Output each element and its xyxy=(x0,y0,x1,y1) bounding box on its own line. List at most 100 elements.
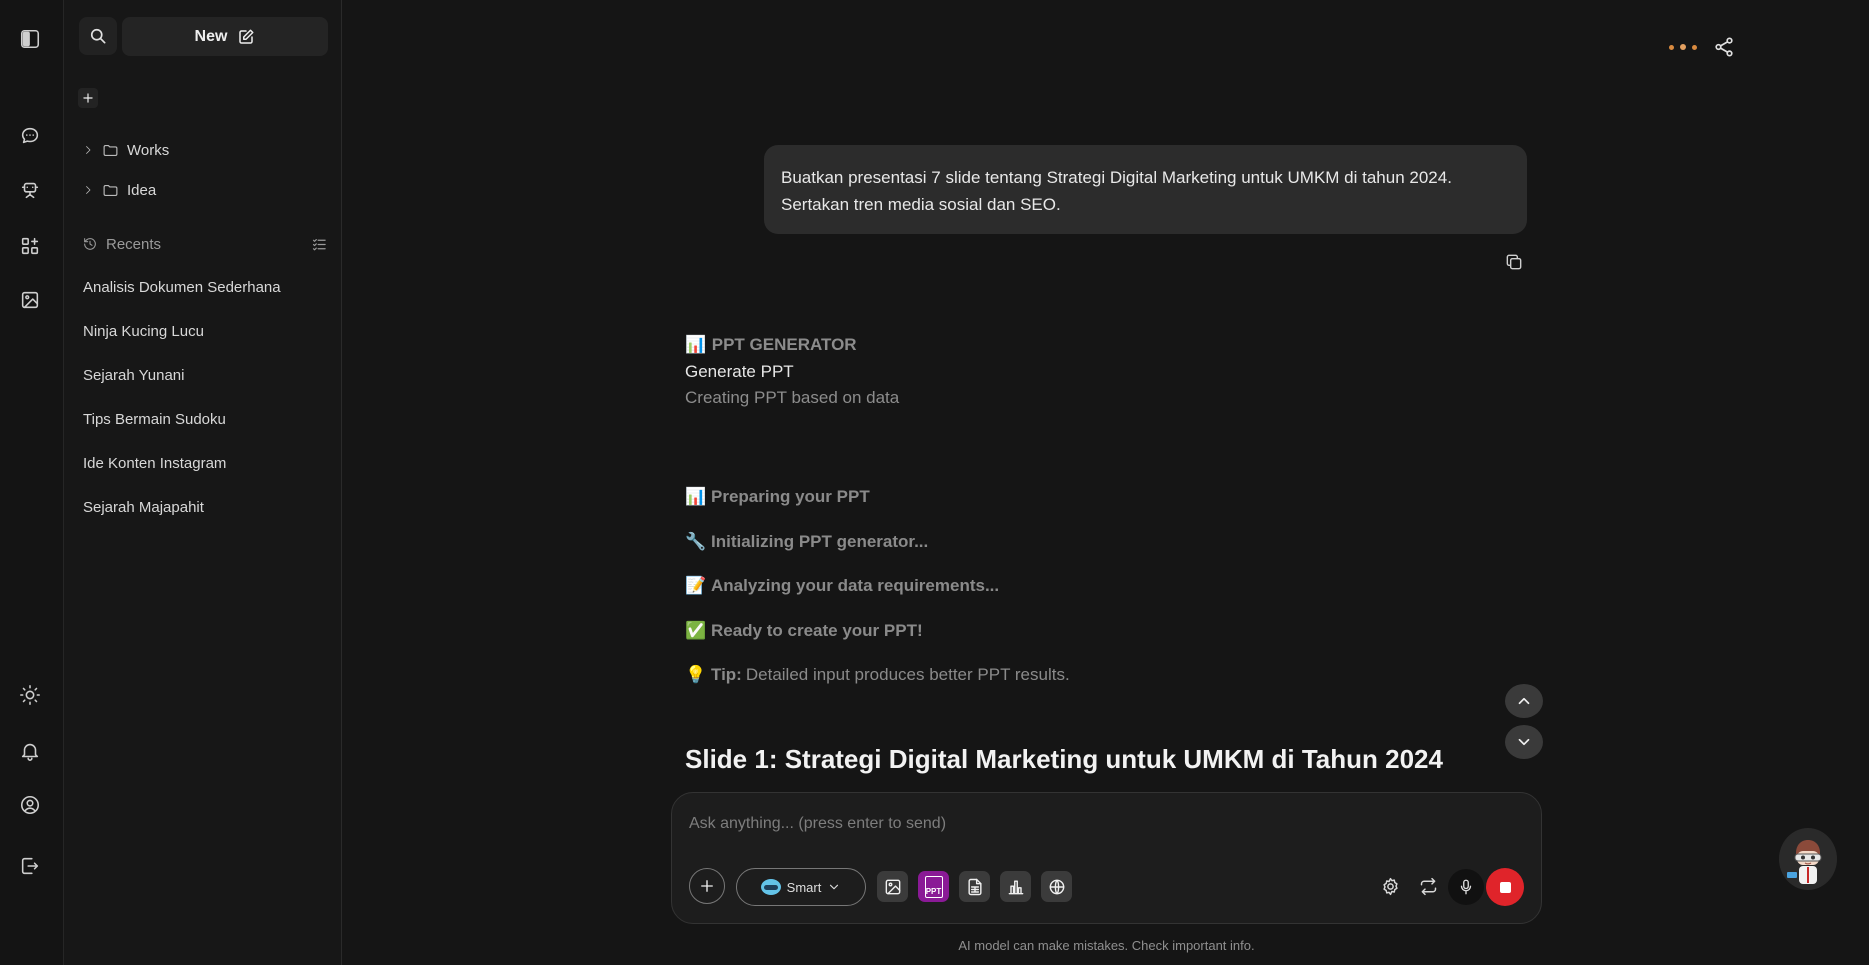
generator-description: Creating PPT based on data xyxy=(685,388,900,407)
bar-chart-emoji-icon: 📊 xyxy=(685,487,707,508)
assistant-avatar[interactable] xyxy=(1779,828,1837,890)
ppt-generator-block: 📊 PPT GENERATOR Generate PPT Creating PP… xyxy=(685,332,899,412)
image-gallery-icon[interactable] xyxy=(18,288,42,312)
message-input[interactable] xyxy=(689,810,1389,838)
copy-message-button[interactable] xyxy=(1504,252,1526,274)
scroll-up-button[interactable] xyxy=(1505,684,1543,718)
step-text: Preparing your PPT xyxy=(711,487,870,507)
microphone-icon xyxy=(1460,879,1472,895)
plus-icon xyxy=(83,93,93,103)
history-icon xyxy=(84,238,96,250)
image-tool-button[interactable] xyxy=(877,871,908,902)
add-folder-button[interactable] xyxy=(78,88,98,108)
logout-icon[interactable] xyxy=(18,854,42,878)
sidebar-toggle-icon[interactable] xyxy=(18,27,42,51)
generator-title: PPT GENERATOR xyxy=(711,335,857,354)
document-tool-button[interactable] xyxy=(959,871,990,902)
gear-icon xyxy=(1382,877,1398,895)
new-chat-button[interactable]: New xyxy=(122,17,328,56)
user-message-line: Buatkan presentasi 7 slide tentang Strat… xyxy=(781,168,1452,187)
ppt-label: PPT xyxy=(925,886,942,896)
generator-title-row: 📊 PPT GENERATOR xyxy=(685,332,899,359)
step-item: 📝 Analyzing your data requirements... xyxy=(685,564,1070,609)
sidebar: New Works Idea Recents Analisis Dokumen … xyxy=(64,0,342,965)
recent-item[interactable]: Ninja Kucing Lucu xyxy=(83,320,281,364)
recent-item[interactable]: Ide Konten Instagram xyxy=(83,452,281,496)
robot-mascot-icon xyxy=(1779,830,1837,888)
model-select[interactable]: Smart xyxy=(736,868,866,906)
chevron-up-icon xyxy=(1518,697,1530,705)
folder-label: Idea xyxy=(127,181,157,199)
chevron-down-icon xyxy=(830,884,839,890)
folder-icon xyxy=(103,144,118,156)
regenerate-button[interactable] xyxy=(1413,871,1443,901)
tip-item: 💡 Tip: Detailed input produces better PP… xyxy=(685,653,1070,698)
step-item: 📊 Preparing your PPT xyxy=(685,475,1070,520)
scroll-down-button[interactable] xyxy=(1505,725,1543,759)
message-composer: Smart PPT xyxy=(671,792,1542,924)
step-text: Initializing PPT generator... xyxy=(711,531,929,551)
step-text: Ready to create your PPT! xyxy=(711,620,923,640)
recents-header: Recents xyxy=(82,233,328,255)
folder-icon xyxy=(103,184,118,196)
repeat-icon xyxy=(1420,877,1436,895)
bar-chart-emoji-icon: 📊 xyxy=(685,335,707,355)
new-chat-label: New xyxy=(194,27,228,45)
copy-icon xyxy=(1506,254,1522,270)
globe-icon xyxy=(1049,879,1064,894)
folder-item-works[interactable]: Works xyxy=(82,139,169,161)
user-message-bubble: Buatkan presentasi 7 slide tentang Strat… xyxy=(764,145,1527,234)
recents-label: Recents xyxy=(106,235,162,253)
plus-icon xyxy=(701,880,713,892)
chart-tool-button[interactable] xyxy=(1000,871,1031,902)
theme-sun-icon[interactable] xyxy=(18,683,42,707)
model-label: Smart xyxy=(786,879,822,895)
tip-text: Detailed input produces better PPT resul… xyxy=(745,665,1070,685)
progress-steps: 📊 Preparing your PPT 🔧 Initializing PPT … xyxy=(685,475,1070,698)
share-icon xyxy=(1715,37,1733,57)
icon-rail xyxy=(0,0,64,965)
robot-icon[interactable] xyxy=(18,178,42,202)
tip-label: Tip: xyxy=(711,665,742,685)
web-search-tool-button[interactable] xyxy=(1041,871,1072,902)
recent-item[interactable]: Analisis Dokumen Sederhana xyxy=(83,276,281,320)
voice-input-button[interactable] xyxy=(1448,869,1484,905)
attach-button[interactable] xyxy=(689,868,725,904)
stop-generation-button[interactable] xyxy=(1486,868,1524,906)
user-profile-icon[interactable] xyxy=(18,793,42,817)
recent-item[interactable]: Sejarah Majapahit xyxy=(83,496,281,540)
disclaimer-text: AI model can make mistakes. Check import… xyxy=(958,938,1255,953)
share-button[interactable] xyxy=(1713,36,1737,60)
apps-icon[interactable] xyxy=(18,234,42,258)
list-check-icon[interactable] xyxy=(311,236,328,253)
folder-label: Works xyxy=(127,141,170,159)
chevron-right-icon xyxy=(86,186,91,194)
edit-icon xyxy=(239,29,254,44)
chevron-right-icon xyxy=(86,146,91,154)
chevron-down-icon xyxy=(1518,738,1530,746)
status-dots xyxy=(1669,44,1697,50)
model-logo-icon xyxy=(760,879,781,895)
ppt-file-icon: PPT xyxy=(924,875,943,898)
generator-subtitle: Generate PPT xyxy=(685,361,794,381)
settings-button[interactable] xyxy=(1375,871,1405,901)
search-button[interactable] xyxy=(79,17,117,55)
ppt-tool-button[interactable]: PPT xyxy=(918,871,949,902)
recent-item[interactable]: Tips Bermain Sudoku xyxy=(83,408,281,452)
stop-icon xyxy=(1499,881,1511,893)
step-item: ✅ Ready to create your PPT! xyxy=(685,609,1070,654)
chat-icon[interactable] xyxy=(18,124,42,148)
recents-list: Analisis Dokumen Sederhana Ninja Kucing … xyxy=(83,276,281,540)
recent-item[interactable]: Sejarah Yunani xyxy=(83,364,281,408)
light-bulb-emoji-icon: 💡 xyxy=(685,665,707,686)
bar-chart-icon xyxy=(1008,879,1023,894)
wrench-emoji-icon: 🔧 xyxy=(685,531,707,552)
step-text: Analyzing your data requirements... xyxy=(711,576,1000,596)
chat-main: Buatkan presentasi 7 slide tentang Strat… xyxy=(343,0,1869,965)
step-item: 🔧 Initializing PPT generator... xyxy=(685,520,1070,565)
bell-icon[interactable] xyxy=(18,739,42,763)
folder-item-idea[interactable]: Idea xyxy=(82,179,156,201)
memo-emoji-icon: 📝 xyxy=(685,576,707,597)
search-icon xyxy=(90,28,106,44)
image-icon xyxy=(885,879,900,894)
